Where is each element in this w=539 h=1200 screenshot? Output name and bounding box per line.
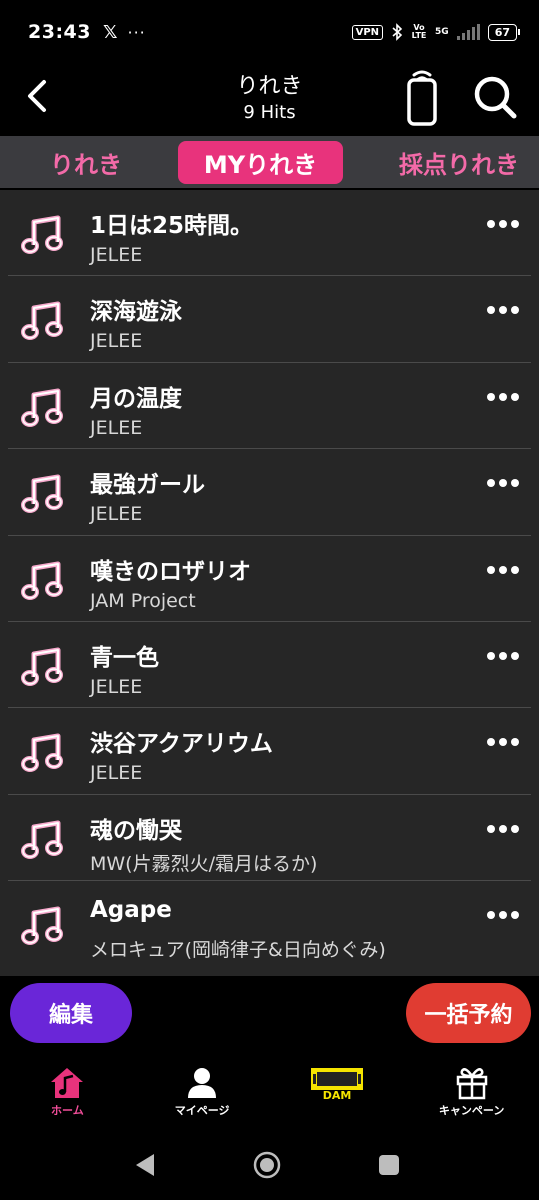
nav-mypage-label: マイページ: [174, 1104, 230, 1117]
bluetooth-icon: [392, 23, 403, 41]
nav-campaign[interactable]: キャンペーン: [404, 1060, 539, 1124]
more-options-icon[interactable]: [487, 651, 521, 664]
music-note-icon: [21, 388, 63, 427]
more-options-icon[interactable]: [487, 220, 521, 232]
history-tabs: りれき MYりれき 採点りれき: [0, 136, 539, 188]
search-icon[interactable]: [470, 72, 520, 122]
system-back-icon[interactable]: [136, 1154, 154, 1176]
song-artist: メロキュア(岡崎律子&日向めぐみ): [90, 939, 386, 962]
song-row[interactable]: 魂の慟哭 MW(片霧烈火/霜月はるか): [0, 795, 539, 882]
status-time: 23:43: [28, 21, 91, 43]
song-title: Agape: [90, 897, 172, 924]
song-title: 1日は25時間。: [90, 213, 254, 239]
song-artist: JELEE: [90, 503, 143, 526]
song-row[interactable]: 最強ガール JELEE: [0, 449, 539, 536]
more-options-icon[interactable]: [487, 824, 521, 837]
reserve-all-button[interactable]: 一括予約: [406, 983, 531, 1043]
dam-logo-icon: DAM: [310, 1068, 363, 1100]
song-artist: JAM Project: [90, 589, 196, 612]
system-recents-icon[interactable]: [379, 1155, 399, 1175]
more-options-icon[interactable]: [487, 565, 521, 578]
more-options-icon[interactable]: [487, 738, 521, 750]
nav-home[interactable]: ホーム: [0, 1060, 135, 1124]
gift-icon: [456, 1068, 487, 1100]
tab-score-history[interactable]: 採点りれき: [399, 145, 519, 180]
more-notifications-icon: ···: [127, 22, 146, 42]
home-music-icon: [51, 1068, 84, 1098]
song-row[interactable]: Agape メロキュア(岡崎律子&日向めぐみ): [0, 881, 539, 967]
nav-mypage[interactable]: マイページ: [135, 1060, 270, 1124]
song-row[interactable]: 1日は25時間。 JELEE: [0, 190, 539, 277]
network-type: 5G: [435, 27, 449, 37]
x-app-icon: 𝕏: [102, 21, 118, 43]
song-artist: JELEE: [90, 416, 143, 439]
song-row[interactable]: 深海遊泳 JELEE: [0, 276, 539, 364]
song-title: 渋谷アクアリウム: [90, 731, 273, 758]
person-icon: [188, 1068, 217, 1098]
music-note-icon: [21, 733, 63, 773]
hit-count: 9 Hits: [243, 102, 296, 123]
song-row[interactable]: 青一色 JELEE: [0, 622, 539, 709]
more-options-icon[interactable]: [487, 392, 521, 405]
song-title: 最強ガール: [90, 472, 205, 499]
song-title: 青一色: [90, 644, 159, 671]
music-note-icon: [21, 215, 63, 254]
system-home-icon[interactable]: [253, 1151, 281, 1179]
song-artist: JELEE: [90, 762, 143, 785]
music-note-icon: [21, 647, 63, 686]
more-options-icon[interactable]: [487, 306, 521, 318]
vpn-badge: VPN: [351, 24, 384, 40]
music-note-icon: [21, 561, 63, 600]
volte-icon: Vo LTE: [411, 23, 427, 40]
music-note-icon: [21, 474, 63, 514]
song-title: 深海遊泳: [90, 299, 182, 326]
song-title: 月の温度: [90, 385, 182, 412]
music-note-icon: [21, 820, 63, 859]
battery-icon: 67: [487, 23, 521, 41]
song-artist: MW(片霧烈火/霜月はるか): [90, 852, 318, 875]
more-options-icon[interactable]: [487, 911, 521, 923]
song-row[interactable]: 嘆きのロザリオ JAM Project: [0, 536, 539, 623]
tab-history[interactable]: りれき: [50, 145, 122, 180]
signal-icon: [456, 24, 480, 40]
tab-my-history[interactable]: MYりれき: [177, 140, 344, 184]
music-note-icon: [21, 301, 63, 341]
header: りれき 9 Hits: [0, 64, 539, 136]
nav-campaign-label: キャンペーン: [438, 1104, 505, 1117]
nav-dam[interactable]: DAM: [270, 1060, 405, 1124]
song-artist: JELEE: [90, 330, 143, 353]
song-title: 魂の慟哭: [90, 817, 182, 844]
music-note-icon: [21, 906, 63, 946]
dam-label: DAM: [323, 1089, 352, 1100]
song-title: 嘆きのロザリオ: [90, 558, 251, 585]
page-title: りれき: [236, 74, 303, 99]
more-options-icon[interactable]: [487, 479, 521, 491]
song-row[interactable]: 渋谷アクアリウム JELEE: [0, 708, 539, 796]
nav-home-label: ホーム: [51, 1104, 84, 1117]
remote-control-icon[interactable]: [405, 66, 439, 128]
song-artist: JELEE: [90, 675, 143, 698]
status-bar: 23:43 𝕏 ··· VPN Vo LTE 5G 67: [0, 0, 539, 64]
song-artist: JELEE: [90, 244, 143, 266]
edit-button[interactable]: 編集: [10, 983, 132, 1043]
song-list: 1日は25時間。 JELEE 深海遊泳 JELEE 月の温度 JELEE 最強ガ…: [0, 190, 539, 976]
system-nav-bar: [136, 1151, 399, 1179]
bottom-nav: ホーム マイページ DAM キャンペーン: [0, 1060, 539, 1124]
song-row[interactable]: 月の温度 JELEE: [0, 363, 539, 450]
